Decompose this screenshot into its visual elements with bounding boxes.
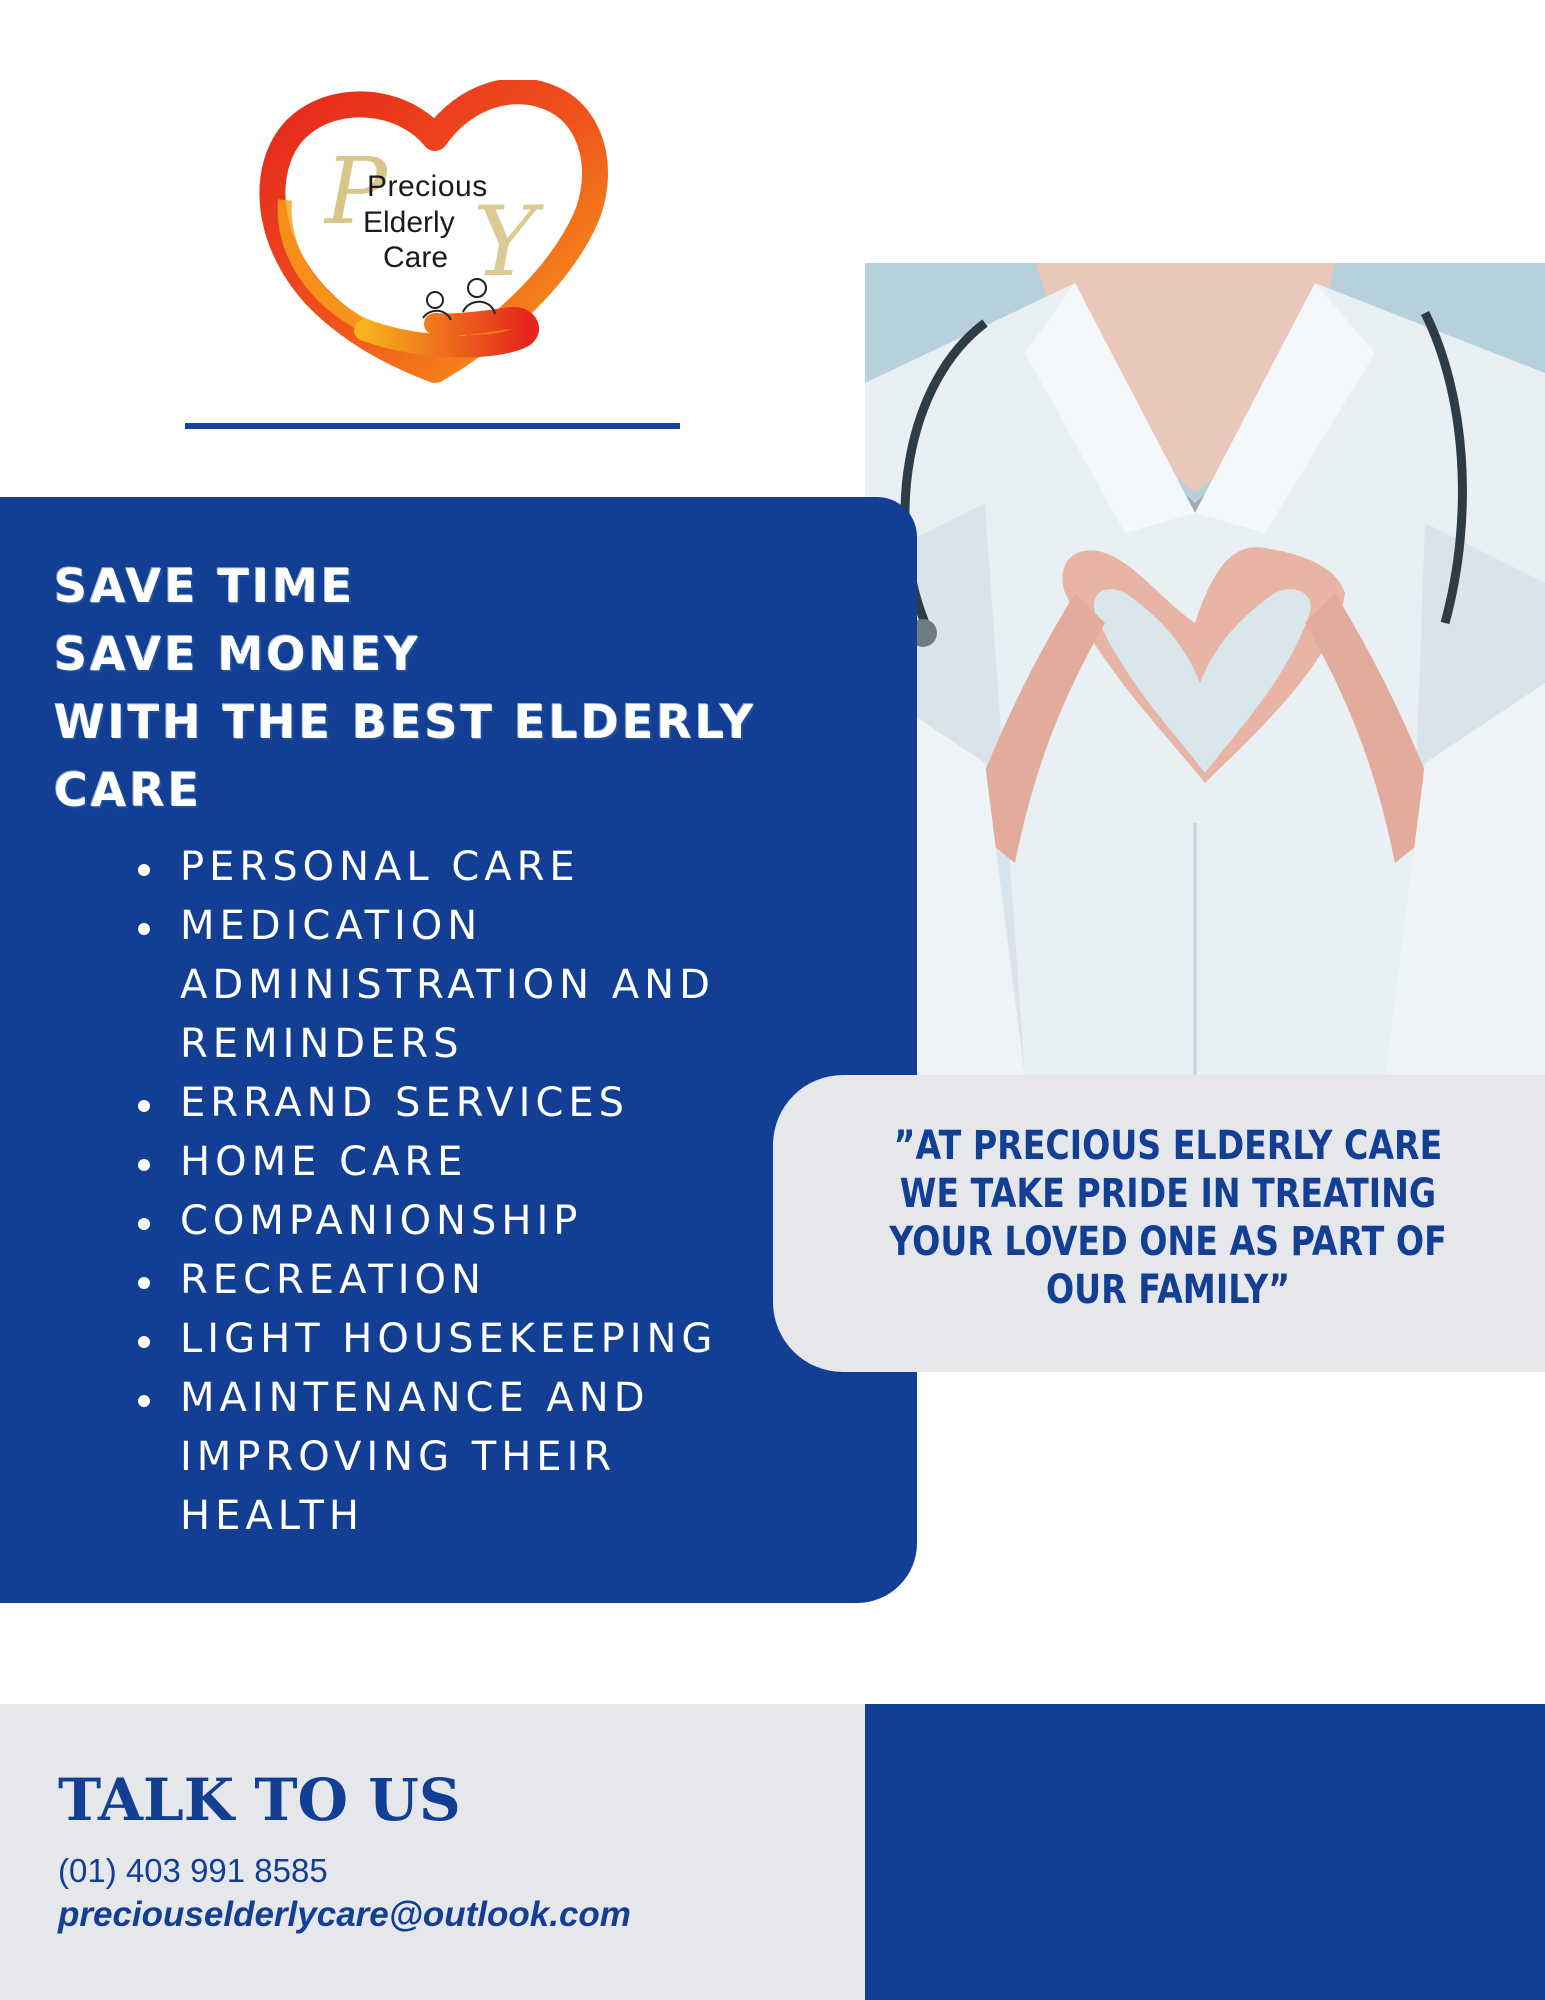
headline-line-2: SAVE MONEY (54, 627, 421, 681)
service-item: PERSONAL CARE (130, 838, 770, 897)
quote-text: ”AT PRECIOUS ELDERLY CARE WE TAKE PRIDE … (889, 1123, 1447, 1313)
logo-word-precious: Precious (367, 170, 488, 203)
service-item: MAINTENANCE AND IMPROVING THEIR HEALTH (130, 1369, 770, 1546)
service-item: MEDICATION ADMINISTRATION AND REMINDERS (130, 897, 770, 1074)
service-item: HOME CARE (130, 1133, 770, 1192)
contact-email[interactable]: preciouselderlycare@outlook.com (58, 1895, 631, 1935)
service-item: ERRAND SERVICES (130, 1074, 770, 1133)
logo-word-care: Care (383, 241, 449, 274)
contact-phone[interactable]: (01) 403 991 8585 (58, 1852, 328, 1890)
footer-blue-block (865, 1704, 1545, 2000)
logo-divider (185, 423, 680, 429)
service-item: RECREATION (130, 1251, 770, 1310)
headline-line-1: SAVE TIME (54, 559, 356, 613)
headline: SAVE TIME SAVE MONEY WITH THE BEST ELDER… (54, 552, 814, 824)
contact-heading: TALK TO US (58, 1766, 461, 1834)
brand-logo: P Y Precious Elderly Care (255, 78, 615, 400)
headline-line-3: WITH THE BEST ELDERLY (54, 695, 757, 749)
doctor-heart-hands-photo (865, 263, 1545, 1078)
headline-line-4: CARE (54, 763, 203, 817)
service-item: COMPANIONSHIP (130, 1192, 770, 1251)
service-item: LIGHT HOUSEKEEPING (130, 1310, 770, 1369)
services-list: PERSONAL CARE MEDICATION ADMINISTRATION … (130, 838, 770, 1546)
logo-word-elderly: Elderly (363, 206, 455, 239)
